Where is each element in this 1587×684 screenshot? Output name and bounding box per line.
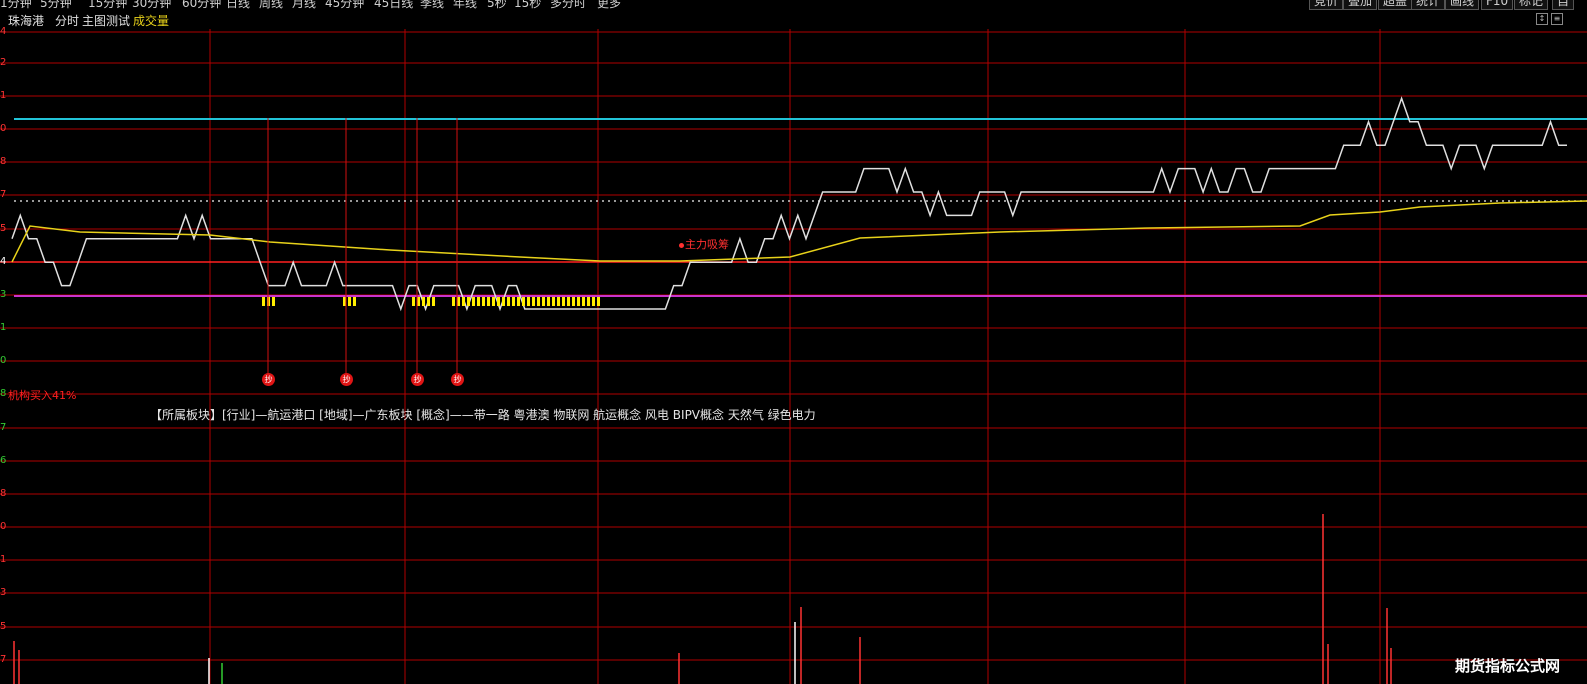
buy-marker-3 (562, 297, 565, 306)
period-0[interactable]: 1分钟 (0, 0, 32, 10)
buy-signal-badge[interactable]: 抄 (451, 373, 464, 386)
y-axis-label-5: 7 (0, 189, 7, 200)
y-axis-label-11: 8 (0, 388, 7, 399)
institution-buy-label: 机构买入41% (8, 389, 77, 402)
buy-signal-badge[interactable]: 抄 (262, 373, 275, 386)
buy-signal-badge[interactable]: 抄 (340, 373, 353, 386)
buy-marker-3 (587, 297, 590, 306)
toolbar-button-5[interactable]: F10 (1481, 0, 1514, 10)
indicator-name[interactable]: 主图测试 (82, 12, 130, 29)
y-axis-label-6: 5 (0, 223, 7, 234)
buy-marker-3 (472, 297, 475, 306)
period-5[interactable]: 日线 (226, 0, 250, 10)
settings-icon[interactable]: ≡ (1551, 13, 1563, 25)
buy-marker-1 (353, 297, 356, 306)
buy-signal-badge[interactable]: 抄 (411, 373, 424, 386)
buy-marker-3 (467, 297, 470, 306)
y-axis-label-13: 6 (0, 455, 7, 466)
toolbar-button-3[interactable]: 统计 (1411, 0, 1446, 10)
period-13[interactable]: 15秒 (514, 0, 541, 10)
buy-marker-3 (452, 297, 455, 306)
y-axis-label-1: 2 (0, 57, 7, 68)
buy-marker-3 (522, 297, 525, 306)
y-axis-label-0: 4 (0, 26, 7, 37)
buy-marker-3 (512, 297, 515, 306)
buy-marker-0 (272, 297, 275, 306)
y-axis-label-19: 7 (0, 654, 7, 665)
period-toolbar: 1分钟 5分钟 15分钟 30分钟 60分钟 日线 周线 月线 45分钟 45日线 季线 年线 5秒 15… (0, 0, 1587, 10)
period-10[interactable]: 季线 (420, 0, 444, 10)
buy-marker-3 (592, 297, 595, 306)
buy-marker-1 (348, 297, 351, 306)
buy-marker-3 (487, 297, 490, 306)
volume-label[interactable]: 成交量 (133, 12, 169, 29)
y-axis-label-10: 0 (0, 355, 7, 366)
toolbar-button-7[interactable]: 自 (1552, 0, 1575, 10)
average-price-line (11, 200, 1587, 263)
y-axis-label-15: 0 (0, 521, 7, 532)
buy-marker-3 (507, 297, 510, 306)
y-axis-label-7: 4 (0, 256, 7, 267)
y-axis-label-4: 8 (0, 156, 7, 167)
buy-marker-2 (422, 297, 425, 306)
watermark: 期货指标公式网 (1454, 657, 1560, 675)
period-14[interactable]: 多分时 (550, 0, 586, 10)
buy-marker-3 (582, 297, 585, 306)
buy-marker-3 (557, 297, 560, 306)
buy-marker-3 (532, 297, 535, 306)
buy-marker-3 (577, 297, 580, 306)
buy-marker-3 (567, 297, 570, 306)
period-9[interactable]: 45日线 (374, 0, 413, 10)
toolbar-button-4[interactable]: 画线 (1445, 0, 1480, 10)
buy-marker-2 (432, 297, 435, 306)
buy-marker-3 (517, 297, 520, 306)
buy-marker-3 (597, 297, 600, 306)
y-axis-label-12: 7 (0, 422, 7, 433)
period-12[interactable]: 5秒 (487, 0, 507, 10)
period-8[interactable]: 45分钟 (325, 0, 364, 10)
buy-marker-3 (552, 297, 555, 306)
expand-icon[interactable]: ↕ (1536, 13, 1548, 25)
buy-marker-3 (482, 297, 485, 306)
buy-marker-3 (502, 297, 505, 306)
buy-marker-3 (547, 297, 550, 306)
toolbar-button-6[interactable]: 标记 (1514, 0, 1549, 10)
buy-marker-3 (537, 297, 540, 306)
period-4[interactable]: 60分钟 (182, 0, 221, 10)
period-2[interactable]: 15分钟 (88, 0, 127, 10)
buy-marker-2 (427, 297, 430, 306)
toolbar-button-2[interactable]: 超盖 (1378, 0, 1413, 10)
buy-marker-3 (477, 297, 480, 306)
y-axis-label-9: 1 (0, 322, 7, 333)
period-6[interactable]: 周线 (259, 0, 283, 10)
period-1[interactable]: 5分钟 (40, 0, 72, 10)
buy-marker-2 (412, 297, 415, 306)
period-7[interactable]: 月线 (292, 0, 316, 10)
buy-marker-3 (492, 297, 495, 306)
sector-info: 【所属板块】[行业]—航运港口 [地域]—广东板块 [概念]——带一路 粤港澳 … (150, 408, 816, 422)
toolbar-button-1[interactable]: 叠加 (1343, 0, 1378, 10)
buy-marker-3 (527, 297, 530, 306)
buy-marker-0 (262, 297, 265, 306)
intraday-chart[interactable] (0, 29, 1587, 684)
period-11[interactable]: 年线 (453, 0, 477, 10)
y-axis-label-17: 3 (0, 587, 7, 598)
stock-name[interactable]: 珠海港 (8, 12, 44, 29)
y-axis-label-14: 8 (0, 488, 7, 499)
y-axis-label-3: 0 (0, 123, 7, 134)
y-axis-label-8: 3 (0, 289, 7, 300)
period-15[interactable]: 更多 (597, 0, 621, 10)
period-3[interactable]: 30分钟 (132, 0, 171, 10)
chart-title-bar: 珠海港 分时 主图测试 成交量 (0, 11, 1587, 29)
buy-marker-3 (572, 297, 575, 306)
main-force-label: 主力吸筹 (679, 236, 729, 252)
y-axis-label-18: 5 (0, 621, 7, 632)
buy-marker-3 (542, 297, 545, 306)
y-axis-label-2: 1 (0, 90, 7, 101)
buy-marker-3 (497, 297, 500, 306)
toolbar-button-0[interactable]: 竞价 (1309, 0, 1344, 10)
y-axis-label-16: 1 (0, 554, 7, 565)
buy-marker-3 (462, 297, 465, 306)
chart-mode[interactable]: 分时 (55, 12, 79, 29)
